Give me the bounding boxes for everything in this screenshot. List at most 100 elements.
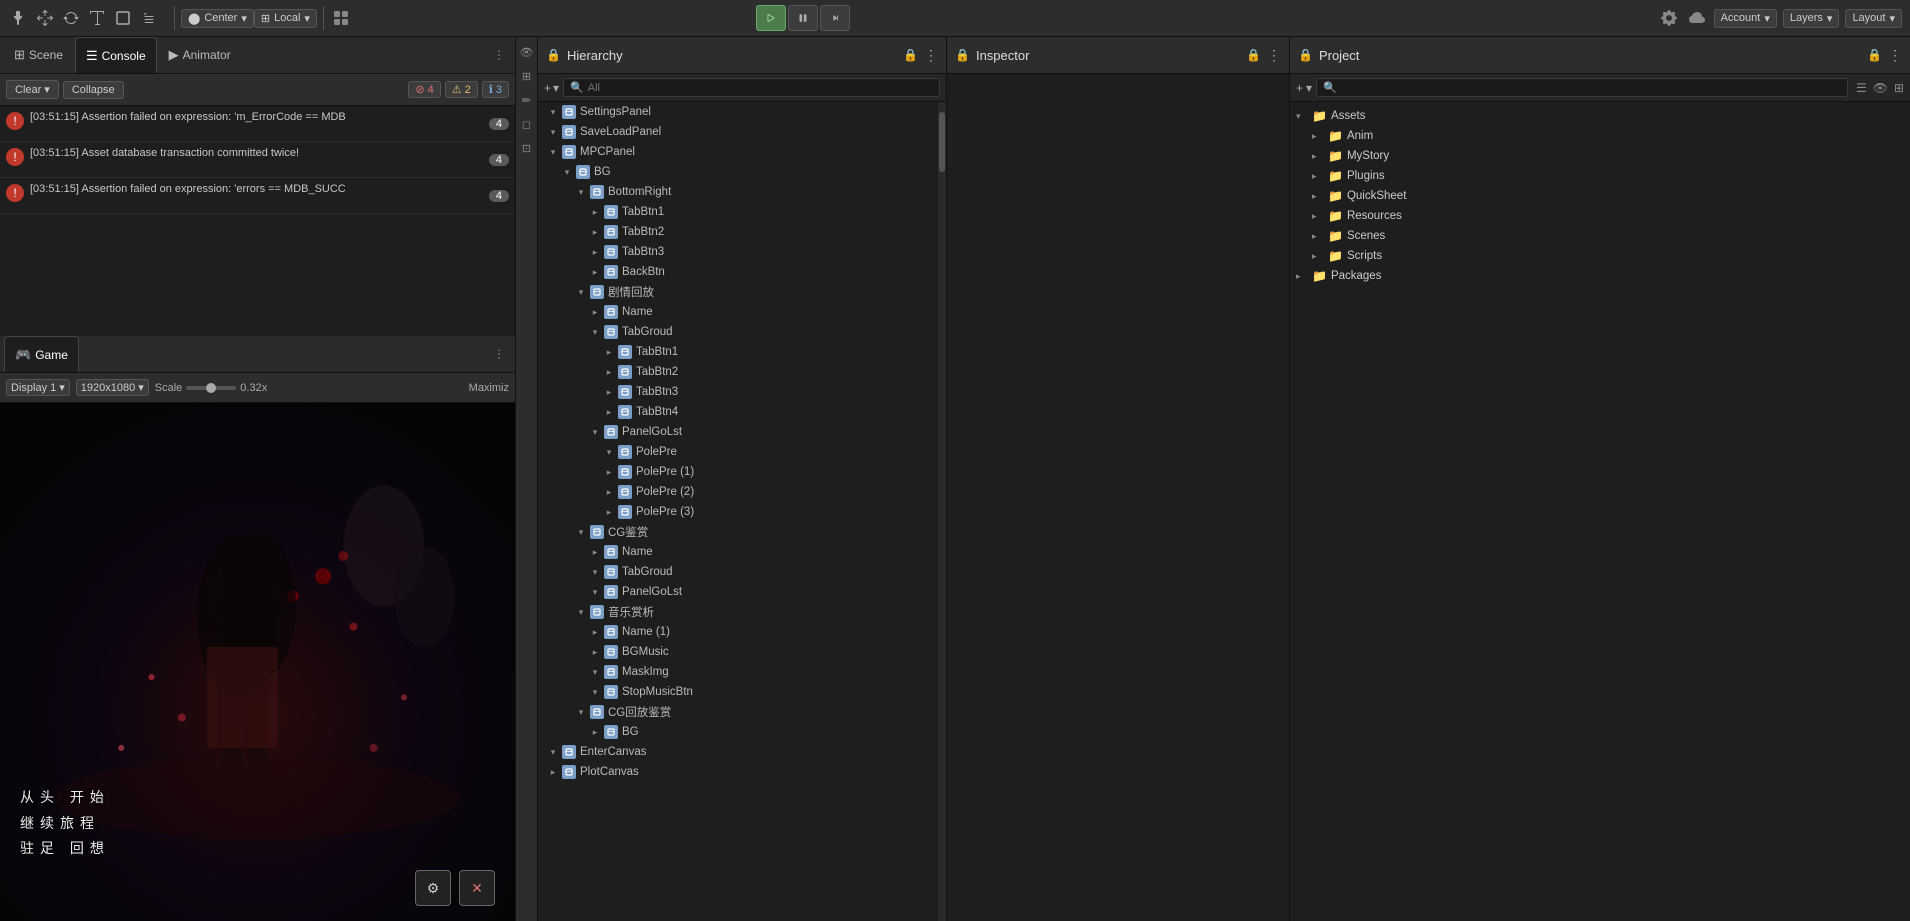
console-message-2[interactable]: ! [03:51:15] Assertion failed on express… (0, 178, 515, 214)
project-lock-btn[interactable]: 🔒 (1867, 48, 1882, 62)
tree-item-31[interactable]: ▸ BG (538, 722, 946, 742)
warning-badge[interactable]: ⚠ 2 (445, 81, 478, 98)
tab-console[interactable]: ☰ Console (75, 37, 157, 73)
expand-icon-16[interactable]: ▾ (588, 425, 602, 439)
tree-item-28[interactable]: ▾ MaskImg (538, 662, 946, 682)
folder-expand-4[interactable]: ▸ (1312, 191, 1324, 202)
error-badge[interactable]: ⊘ 4 (408, 81, 440, 98)
pause-button[interactable] (788, 5, 818, 31)
expand-icon-3[interactable]: ▾ (560, 165, 574, 179)
tree-item-0[interactable]: ▾ SettingsPanel (538, 102, 946, 122)
expand-icon-10[interactable]: ▸ (588, 305, 602, 319)
expand-icon-11[interactable]: ▾ (588, 325, 602, 339)
expand-icon-32[interactable]: ▾ (546, 745, 560, 759)
tree-item-26[interactable]: ▸ Name (1) (538, 622, 946, 642)
folder-expand-1[interactable]: ▸ (1312, 131, 1324, 142)
expand-icon-21[interactable]: ▾ (574, 525, 588, 539)
scale-thumb[interactable] (206, 383, 216, 393)
tree-item-24[interactable]: ▾ PanelGoLst (538, 582, 946, 602)
expand-icon-29[interactable]: ▾ (588, 685, 602, 699)
move-tool-icon[interactable] (34, 7, 56, 29)
tree-item-9[interactable]: ▾ 剧情回放 (538, 282, 946, 302)
info-badge[interactable]: ℹ 3 (482, 81, 509, 98)
tree-item-29[interactable]: ▾ StopMusicBtn (538, 682, 946, 702)
resolution-select[interactable]: 1920x1080 ▾ (76, 379, 149, 396)
grid-icon[interactable] (330, 7, 352, 29)
expand-icon-20[interactable]: ▸ (602, 505, 616, 519)
expand-icon-8[interactable]: ▸ (588, 265, 602, 279)
console-tab-more[interactable]: ⋮ (487, 48, 511, 62)
console-message-1[interactable]: ! [03:51:15] Asset database transaction … (0, 142, 515, 178)
tree-item-19[interactable]: ▸ PolePre (2) (538, 482, 946, 502)
tab-scene[interactable]: ⊞ Scene (4, 37, 73, 73)
pivot-center-dropdown[interactable]: ⬤ Center ▾ (181, 9, 254, 28)
expand-icon-30[interactable]: ▾ (574, 705, 588, 719)
tree-item-17[interactable]: ▾ PolePre (538, 442, 946, 462)
tree-item-33[interactable]: ▸ PlotCanvas (538, 762, 946, 782)
expand-icon-0[interactable]: ▾ (546, 105, 560, 119)
folder-expand-0[interactable]: ▾ (1296, 111, 1308, 122)
tree-item-21[interactable]: ▾ CG鉴赏 (538, 522, 946, 542)
tree-item-12[interactable]: ▸ TabBtn1 (538, 342, 946, 362)
expand-icon-27[interactable]: ▸ (588, 645, 602, 659)
transform-tool-icon[interactable] (138, 7, 160, 29)
eraser-icon[interactable]: ◻ (518, 115, 536, 133)
expand-icon-18[interactable]: ▸ (602, 465, 616, 479)
tree-item-8[interactable]: ▸ BackBtn (538, 262, 946, 282)
rect-tool-icon[interactable] (112, 7, 134, 29)
tree-item-11[interactable]: ▾ TabGroud (538, 322, 946, 342)
tree-item-13[interactable]: ▸ TabBtn2 (538, 362, 946, 382)
tree-item-18[interactable]: ▸ PolePre (1) (538, 462, 946, 482)
project-folder-8[interactable]: ▸ 📁 Packages (1290, 266, 1910, 286)
folder-expand-7[interactable]: ▸ (1312, 251, 1324, 262)
project-search-input[interactable] (1341, 82, 1841, 94)
tree-item-27[interactable]: ▸ BGMusic (538, 642, 946, 662)
project-folder-4[interactable]: ▸ 📁 QuickSheet (1290, 186, 1910, 206)
hierarchy-more-btn[interactable]: ⋮ (924, 47, 938, 64)
scale-slider[interactable] (186, 386, 236, 390)
project-folder-3[interactable]: ▸ 📁 Plugins (1290, 166, 1910, 186)
project-more-btn[interactable]: ⋮ (1888, 47, 1902, 64)
expand-icon-26[interactable]: ▸ (588, 625, 602, 639)
tab-game[interactable]: 🎮 Game (4, 336, 79, 372)
scale-tool-icon[interactable] (86, 7, 108, 29)
expand-icon-1[interactable]: ▾ (546, 125, 560, 139)
layers-dropdown[interactable]: Layers ▾ (1783, 9, 1840, 28)
project-folder-7[interactable]: ▸ 📁 Scripts (1290, 246, 1910, 266)
tree-item-5[interactable]: ▸ TabBtn1 (538, 202, 946, 222)
game-tab-more[interactable]: ⋮ (487, 347, 511, 361)
clear-dropdown-icon[interactable]: ▾ (44, 83, 50, 96)
step-button[interactable] (820, 5, 850, 31)
cloud-icon[interactable] (1686, 7, 1708, 29)
expand-icon-4[interactable]: ▾ (574, 185, 588, 199)
close-game-button[interactable]: ✕ (459, 870, 495, 906)
hierarchy-search-input[interactable] (588, 82, 933, 94)
folder-expand-8[interactable]: ▸ (1296, 271, 1308, 282)
folder-expand-3[interactable]: ▸ (1312, 171, 1324, 182)
expand-icon-5[interactable]: ▸ (588, 205, 602, 219)
project-folder-2[interactable]: ▸ 📁 MyStory (1290, 146, 1910, 166)
project-folder-1[interactable]: ▸ 📁 Anim (1290, 126, 1910, 146)
tree-item-6[interactable]: ▸ TabBtn2 (538, 222, 946, 242)
expand-icon-25[interactable]: ▾ (574, 605, 588, 619)
tree-item-7[interactable]: ▸ TabBtn3 (538, 242, 946, 262)
expand-icon-14[interactable]: ▸ (602, 385, 616, 399)
expand-icon-33[interactable]: ▸ (546, 765, 560, 779)
expand-icon-31[interactable]: ▸ (588, 725, 602, 739)
tree-item-20[interactable]: ▸ PolePre (3) (538, 502, 946, 522)
folder-expand-6[interactable]: ▸ (1312, 231, 1324, 242)
display-select[interactable]: Display 1 ▾ (6, 379, 70, 396)
folder-expand-2[interactable]: ▸ (1312, 151, 1324, 162)
tree-item-14[interactable]: ▸ TabBtn3 (538, 382, 946, 402)
tab-animator[interactable]: ▶ Animator (159, 37, 241, 73)
project-eye-icon[interactable]: 👁 (1873, 81, 1888, 95)
settings-game-button[interactable]: ⚙ (415, 870, 451, 906)
expand-icon-6[interactable]: ▸ (588, 225, 602, 239)
hierarchy-lock-btn[interactable]: 🔒 (903, 48, 918, 62)
tree-item-2[interactable]: ▾ MPCPanel (538, 142, 946, 162)
project-folder-5[interactable]: ▸ 📁 Resources (1290, 206, 1910, 226)
rotate-tool-icon[interactable] (60, 7, 82, 29)
tree-item-32[interactable]: ▾ EnterCanvas (538, 742, 946, 762)
hand-tool-icon[interactable] (8, 7, 30, 29)
project-folder-6[interactable]: ▸ 📁 Scenes (1290, 226, 1910, 246)
